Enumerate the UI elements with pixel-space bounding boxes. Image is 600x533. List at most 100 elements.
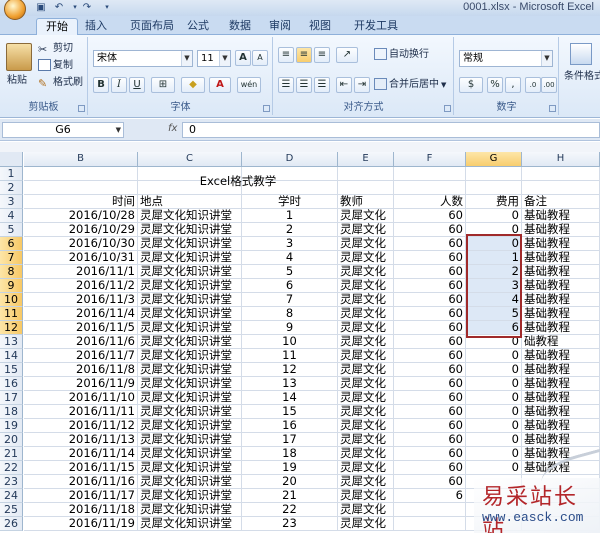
- cell-teacher[interactable]: 灵犀文化: [338, 419, 394, 433]
- cell-hours[interactable]: 18: [242, 447, 338, 461]
- cell-teacher[interactable]: 灵犀文化: [338, 363, 394, 377]
- sheet-title[interactable]: Excel格式教学: [138, 175, 338, 188]
- cell-teacher[interactable]: 灵犀文化: [338, 237, 394, 251]
- cell-place[interactable]: 灵犀文化知识讲堂: [138, 461, 242, 475]
- increase-indent-button[interactable]: ⇥: [354, 77, 370, 93]
- cell-teacher[interactable]: [338, 181, 394, 195]
- font-color-button[interactable]: A: [209, 77, 231, 93]
- cell-hours[interactable]: 11: [242, 349, 338, 363]
- cell-place[interactable]: 灵犀文化知识讲堂: [138, 489, 242, 503]
- row-header[interactable]: 8: [0, 265, 23, 279]
- cell-note[interactable]: 基础教程: [522, 391, 600, 405]
- cell-fee[interactable]: 0: [466, 209, 522, 223]
- cell-hours[interactable]: 16: [242, 419, 338, 433]
- cell-hours[interactable]: 1: [242, 209, 338, 223]
- cell-place[interactable]: 灵犀文化知识讲堂: [138, 363, 242, 377]
- cell-time[interactable]: 2016/11/1: [24, 265, 138, 279]
- cell-hours[interactable]: 6: [242, 279, 338, 293]
- tab-home[interactable]: 开始: [36, 18, 78, 35]
- cell-place[interactable]: 灵犀文化知识讲堂: [138, 503, 242, 517]
- cell-hours[interactable]: 22: [242, 503, 338, 517]
- cell-place[interactable]: 灵犀文化知识讲堂: [138, 433, 242, 447]
- clipboard-dialog-launcher[interactable]: [78, 105, 85, 112]
- cell-time[interactable]: 2016/11/11: [24, 405, 138, 419]
- tab-review[interactable]: 审阅: [266, 18, 294, 35]
- cell-fee[interactable]: 0: [466, 335, 522, 349]
- cell-teacher[interactable]: 灵犀文化: [338, 265, 394, 279]
- cell-note[interactable]: 基础教程: [522, 293, 600, 307]
- row-header[interactable]: 23: [0, 475, 23, 489]
- number-dialog-launcher[interactable]: [549, 105, 556, 112]
- align-right-button[interactable]: ☰: [314, 77, 330, 93]
- cell-place[interactable]: 灵犀文化知识讲堂: [138, 335, 242, 349]
- increase-decimal-button[interactable]: .0: [525, 77, 541, 93]
- cell-time[interactable]: 2016/11/8: [24, 363, 138, 377]
- quick-access-dropdown-icon[interactable]: ▾: [100, 1, 114, 14]
- cell-time[interactable]: 2016/11/7: [24, 349, 138, 363]
- name-box[interactable]: G6 ▼: [2, 122, 124, 138]
- row-header[interactable]: 12: [0, 321, 23, 335]
- formula-input[interactable]: 0: [182, 122, 600, 138]
- cell-time[interactable]: [24, 181, 138, 195]
- cell-place[interactable]: 灵犀文化知识讲堂: [138, 251, 242, 265]
- paste-icon[interactable]: [6, 43, 32, 71]
- cell-count[interactable]: 60: [394, 447, 466, 461]
- cell-hours[interactable]: 13: [242, 377, 338, 391]
- cell-teacher[interactable]: 灵犀文化: [338, 293, 394, 307]
- cell-time[interactable]: 2016/10/29: [24, 223, 138, 237]
- cell-fee[interactable]: 0: [466, 433, 522, 447]
- cell-note[interactable]: [522, 167, 600, 181]
- cell-count[interactable]: 人数: [394, 195, 466, 209]
- row-header[interactable]: 13: [0, 335, 23, 349]
- align-bottom-button[interactable]: ≡: [314, 47, 330, 63]
- cell-time[interactable]: 时间: [24, 195, 138, 209]
- cell-place[interactable]: 灵犀文化知识讲堂: [138, 391, 242, 405]
- font-size-select[interactable]: 11 ▼: [197, 50, 231, 67]
- cell-count[interactable]: 60: [394, 461, 466, 475]
- cell-time[interactable]: 2016/11/4: [24, 307, 138, 321]
- cell-count[interactable]: [394, 503, 466, 517]
- cell-fee[interactable]: 5: [466, 307, 522, 321]
- cell-count[interactable]: 60: [394, 391, 466, 405]
- cell-time[interactable]: 2016/11/14: [24, 447, 138, 461]
- cell-place[interactable]: 灵犀文化知识讲堂: [138, 223, 242, 237]
- cell-place[interactable]: 灵犀文化知识讲堂: [138, 517, 242, 531]
- decrease-indent-button[interactable]: ⇤: [336, 77, 352, 93]
- column-header-b[interactable]: B: [24, 152, 138, 167]
- cell-count[interactable]: 60: [394, 293, 466, 307]
- cell-place[interactable]: 灵犀文化知识讲堂: [138, 419, 242, 433]
- cell-hours[interactable]: 8: [242, 307, 338, 321]
- cell-count[interactable]: 60: [394, 335, 466, 349]
- align-left-button[interactable]: ☰: [278, 77, 294, 93]
- cell-count[interactable]: 60: [394, 349, 466, 363]
- row-header[interactable]: 21: [0, 447, 23, 461]
- paste-button[interactable]: 粘贴: [7, 73, 27, 90]
- cell-note[interactable]: 基础教程: [522, 237, 600, 251]
- undo-icon[interactable]: ↶: [52, 1, 66, 14]
- cell-hours[interactable]: 7: [242, 293, 338, 307]
- cell-fee[interactable]: [466, 181, 522, 195]
- cell-teacher[interactable]: 灵犀文化: [338, 223, 394, 237]
- cell-place[interactable]: 灵犀文化知识讲堂: [138, 349, 242, 363]
- tab-insert[interactable]: 插入: [82, 18, 110, 35]
- cell-hours[interactable]: 10: [242, 335, 338, 349]
- cell-fee[interactable]: 0: [466, 237, 522, 251]
- cell-fee[interactable]: [466, 167, 522, 181]
- cell-fee[interactable]: 0: [466, 419, 522, 433]
- merge-center-button[interactable]: 合并后居中 ▼: [374, 77, 446, 94]
- underline-button[interactable]: U: [129, 77, 145, 93]
- cell-time[interactable]: 2016/11/9: [24, 377, 138, 391]
- cell-hours[interactable]: 17: [242, 433, 338, 447]
- row-header[interactable]: 20: [0, 433, 23, 447]
- font-name-select[interactable]: 宋体 ▼: [93, 50, 193, 67]
- cell-teacher[interactable]: 灵犀文化: [338, 433, 394, 447]
- cell-count[interactable]: 60: [394, 265, 466, 279]
- select-all-corner[interactable]: [0, 152, 23, 167]
- tab-view[interactable]: 视图: [306, 18, 334, 35]
- cell-hours[interactable]: 9: [242, 321, 338, 335]
- cell-hours[interactable]: 12: [242, 363, 338, 377]
- row-header[interactable]: 2: [0, 181, 23, 195]
- orientation-button[interactable]: ↗: [336, 47, 358, 63]
- cell-fee[interactable]: 0: [466, 447, 522, 461]
- cell-note[interactable]: 基础教程: [522, 209, 600, 223]
